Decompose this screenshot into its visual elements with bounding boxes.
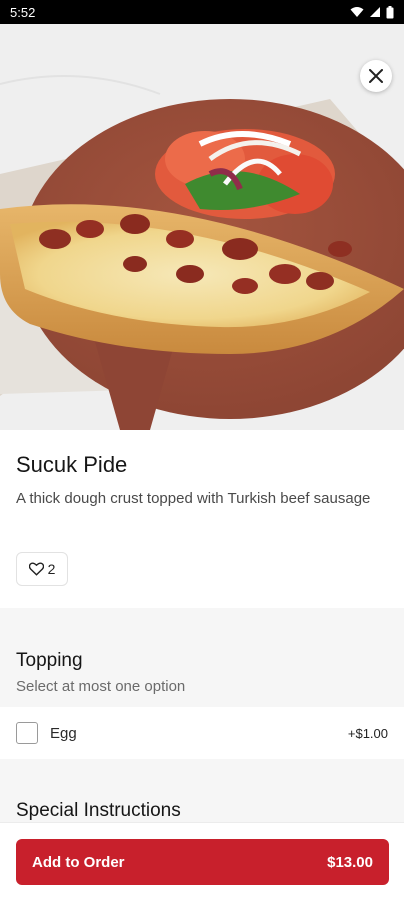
item-photo xyxy=(0,24,404,430)
wifi-icon xyxy=(350,7,364,17)
add-to-order-button[interactable]: Add to Order $13.00 xyxy=(16,839,389,885)
topping-subtitle: Select at most one option xyxy=(16,678,186,695)
option-label: Egg xyxy=(50,724,77,742)
battery-icon xyxy=(386,5,394,18)
bottom-bar: Add to Order $13.00 xyxy=(0,822,404,901)
heart-icon xyxy=(28,562,44,576)
signal-icon xyxy=(370,7,380,17)
status-icons xyxy=(350,5,394,19)
order-total-price: $13.00 xyxy=(327,853,373,871)
like-count: 2 xyxy=(47,561,56,577)
status-bar: 5:52 xyxy=(0,0,404,24)
pide-illustration xyxy=(0,24,404,430)
option-price: +$1.00 xyxy=(347,725,388,741)
egg-checkbox[interactable] xyxy=(16,722,38,744)
item-description: A thick dough crust topped with Turkish … xyxy=(16,490,371,507)
item-title: Sucuk Pide xyxy=(16,452,128,477)
topping-title: Topping xyxy=(16,650,83,671)
special-instructions-title: Special Instructions xyxy=(16,800,181,821)
close-icon xyxy=(369,69,383,83)
close-button[interactable] xyxy=(360,60,392,92)
status-time: 5:52 xyxy=(10,4,36,20)
add-to-order-label: Add to Order xyxy=(32,853,125,871)
option-row-egg[interactable]: Egg +$1.00 xyxy=(0,707,404,759)
like-button[interactable]: 2 xyxy=(16,552,68,586)
